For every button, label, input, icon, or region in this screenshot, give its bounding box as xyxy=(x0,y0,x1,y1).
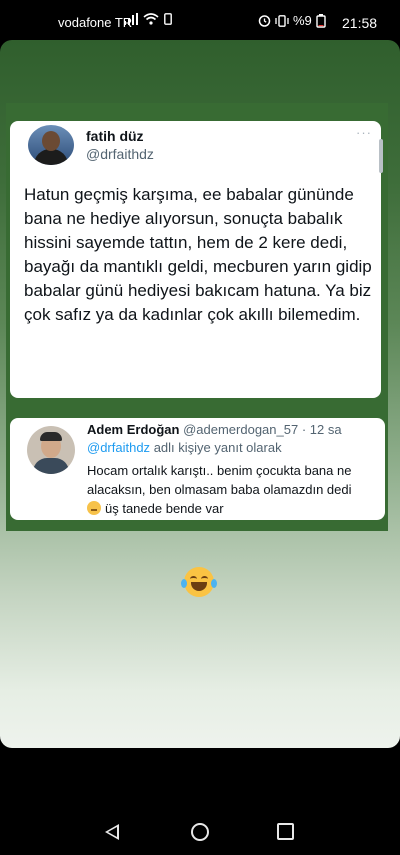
vibrate-icon xyxy=(275,14,289,27)
tweet-author-handle: @drfaithdz xyxy=(86,146,154,162)
replying-to: @drfaithdz adlı kişiye yanıt olarak xyxy=(87,440,282,455)
more-icon: ··· xyxy=(356,125,372,140)
tweet-author-name: fatih düz xyxy=(86,128,144,144)
avatar xyxy=(28,125,74,165)
reply-mention: @drfaithdz xyxy=(87,440,151,455)
reply-time: · 12 sa xyxy=(301,422,342,437)
reply-text-line2: üş tanede bende var xyxy=(105,501,224,516)
home-icon[interactable] xyxy=(191,823,209,841)
laughing-tears-icon xyxy=(181,567,217,597)
status-bar: vodafone TR %9 21:58 xyxy=(0,0,400,44)
reply-author-handle: @ademerdogan_57 xyxy=(183,422,299,437)
navigation-bar xyxy=(0,790,400,855)
battery-icon xyxy=(316,13,326,28)
reply-card: Adem Erdoğan @ademerdogan_57 · 12 sa @dr… xyxy=(10,418,385,520)
phone-icon xyxy=(164,13,172,25)
reply-author-name: Adem Erdoğan xyxy=(87,422,180,437)
alarm-icon xyxy=(258,15,271,27)
reply-text-line1: Hocam ortalık karıştı.. benim çocukta ba… xyxy=(87,463,352,497)
reply-text: Hocam ortalık karıştı.. benim çocukta ba… xyxy=(87,461,377,518)
signal-icon xyxy=(124,13,138,25)
grinning-sweat-icon xyxy=(87,501,101,515)
shared-tweet-screenshot: fatih düz @drfaithdz ··· Hatun geçmiş ka… xyxy=(6,103,388,531)
carrier-label: vodafone TR xyxy=(58,15,133,30)
signal-wifi-icons xyxy=(124,13,172,25)
battery-percent: %9 xyxy=(293,13,312,28)
wifi-icon xyxy=(143,13,159,25)
story-view[interactable]: fatih düz @drfaithdz ··· Hatun geçmiş ka… xyxy=(0,40,400,748)
tweet-text: Hatun geçmiş karşıma, ee babalar gününde… xyxy=(24,185,372,324)
recents-icon[interactable] xyxy=(277,823,294,840)
tweet-card: fatih düz @drfaithdz ··· Hatun geçmiş ka… xyxy=(10,121,383,398)
scrollbar xyxy=(379,139,383,173)
clock: 21:58 xyxy=(342,15,378,31)
avatar xyxy=(27,426,75,474)
back-icon[interactable] xyxy=(105,824,119,840)
reply-header: Adem Erdoğan @ademerdogan_57 · 12 sa xyxy=(87,422,342,437)
system-icons: %9 xyxy=(258,13,326,28)
reply-to-suffix: adlı kişiye yanıt olarak xyxy=(153,440,282,455)
